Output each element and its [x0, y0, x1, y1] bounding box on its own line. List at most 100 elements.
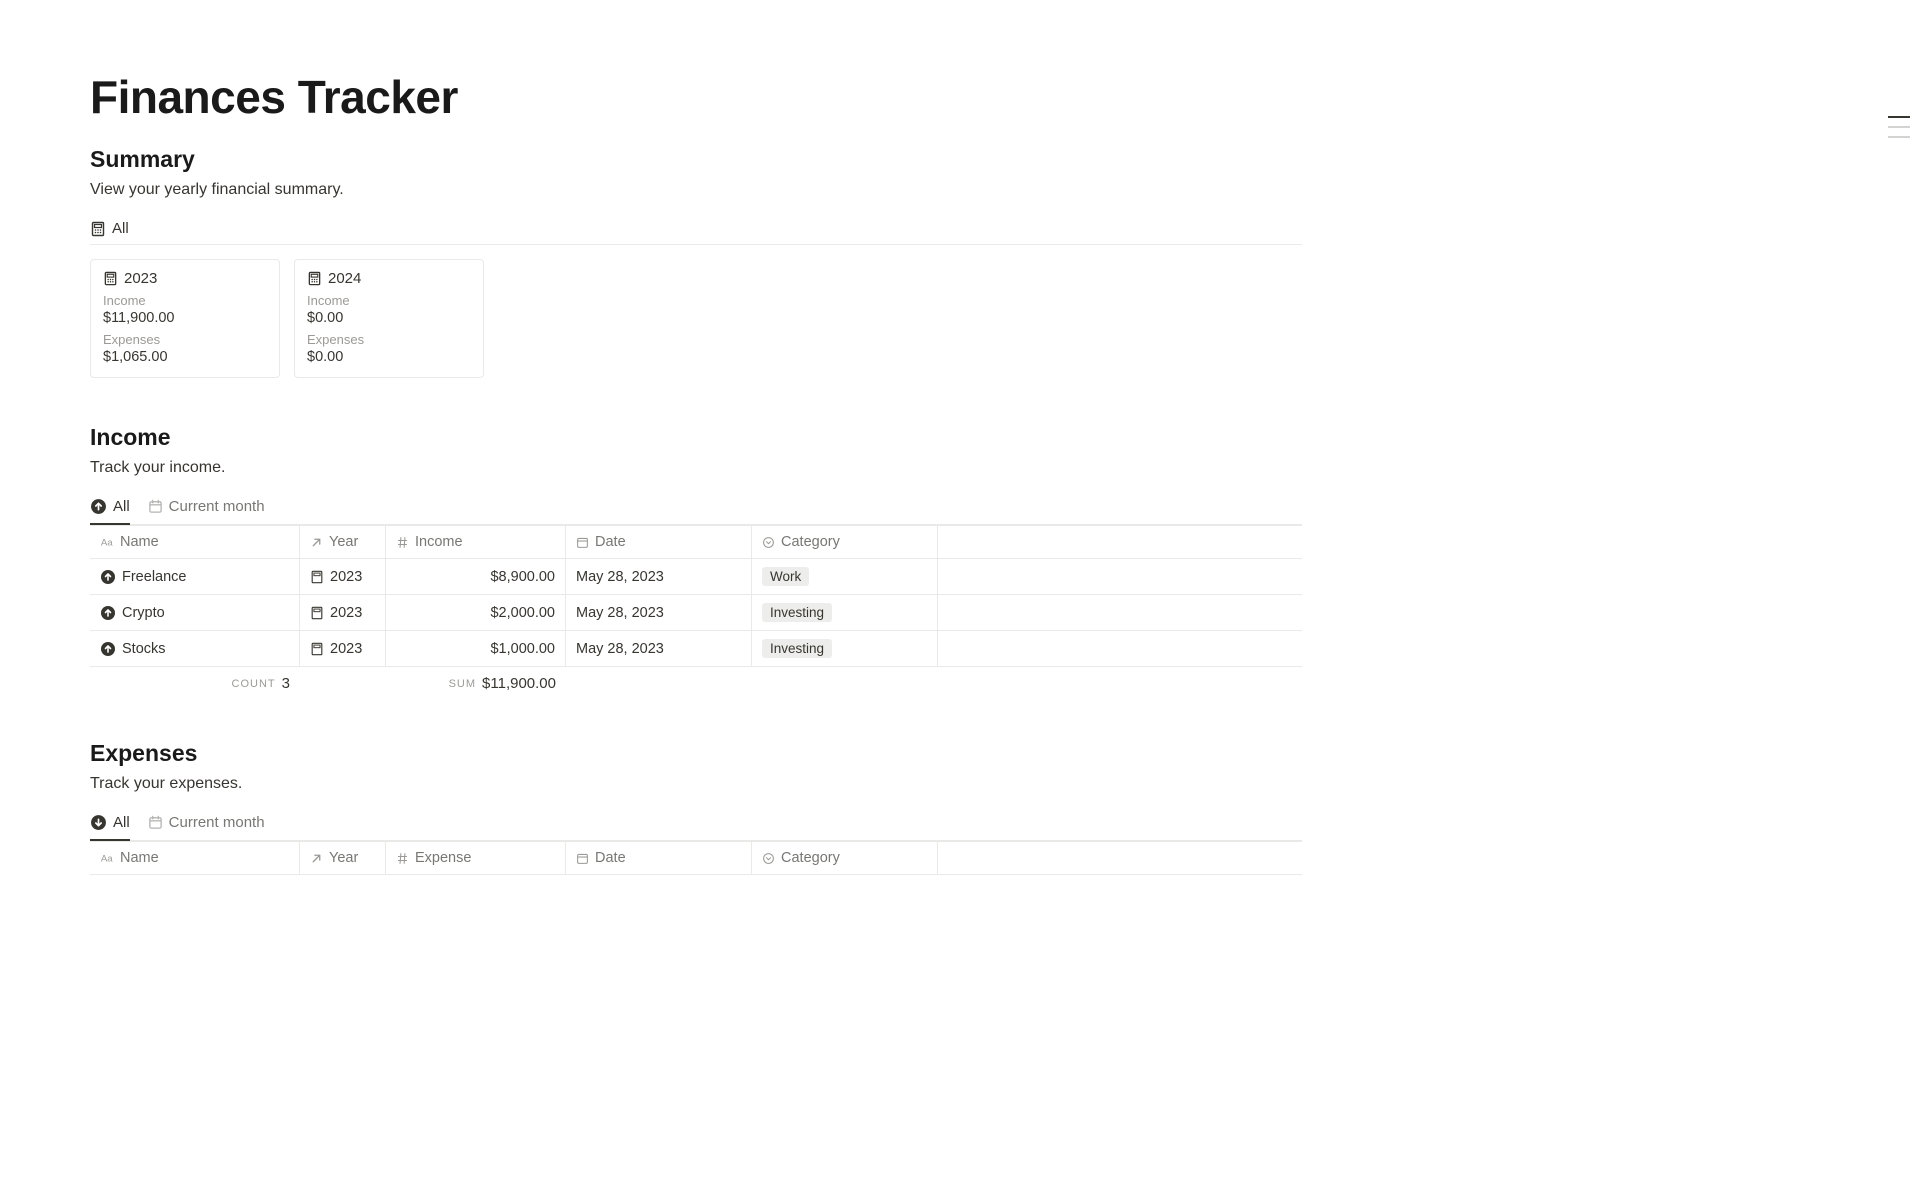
col-category-label: Category — [781, 850, 840, 866]
summary-tab-all-label: All — [112, 220, 129, 237]
col-year-header[interactable]: Year — [300, 842, 386, 874]
svg-text:Aa: Aa — [101, 854, 113, 865]
col-expense-label: Expense — [415, 850, 471, 866]
col-category-header[interactable]: Category — [752, 842, 938, 874]
col-category-label: Category — [781, 534, 840, 550]
arrow-up-right-icon — [310, 536, 323, 549]
cell-category[interactable]: Work — [752, 559, 938, 594]
income-section: Income Track your income. All Current mo… — [90, 424, 1302, 700]
card-income-value: $0.00 — [307, 310, 471, 326]
cell-amount[interactable]: $8,900.00 — [386, 559, 566, 594]
arrow-up-circle-icon — [100, 569, 116, 585]
cell-year-value: 2023 — [330, 641, 362, 657]
outline-bar — [1888, 136, 1910, 138]
col-income-header[interactable]: Income — [386, 526, 566, 558]
arrow-up-circle-icon — [100, 605, 116, 621]
cell-amount[interactable]: $1,000.00 — [386, 631, 566, 666]
summary-tab-all[interactable]: All — [90, 214, 129, 245]
hash-icon — [396, 852, 409, 865]
cell-amount-value: $8,900.00 — [490, 569, 555, 585]
cell-year[interactable]: 2023 — [300, 595, 386, 630]
cell-amount[interactable]: $2,000.00 — [386, 595, 566, 630]
text-icon: Aa — [100, 535, 114, 549]
arrow-down-circle-icon — [90, 814, 107, 831]
calculator-icon — [307, 271, 322, 286]
income-heading: Income — [90, 424, 1302, 451]
summary-cards: 2023 Income $11,900.00 Expenses $1,065.0… — [90, 259, 1302, 378]
cell-blank — [938, 631, 1302, 666]
card-expenses-label: Expenses — [307, 332, 471, 347]
summary-tabs: All — [90, 213, 1302, 245]
page-outline-indicator[interactable] — [1888, 116, 1910, 138]
col-date-header[interactable]: Date — [566, 526, 752, 558]
col-date-label: Date — [595, 850, 626, 866]
col-date-header[interactable]: Date — [566, 842, 752, 874]
income-tab-all[interactable]: All — [90, 492, 130, 525]
card-year: 2023 — [124, 270, 157, 287]
hash-icon — [396, 536, 409, 549]
income-table-header: Aa Name Year Income Date Category — [90, 526, 1302, 559]
income-tab-current-label: Current month — [169, 498, 265, 515]
col-expense-header[interactable]: Expense — [386, 842, 566, 874]
outline-bar — [1888, 116, 1910, 118]
category-tag: Investing — [762, 639, 832, 658]
cell-year-value: 2023 — [330, 569, 362, 585]
chevron-down-circle-icon — [762, 852, 775, 865]
calculator-icon — [103, 271, 118, 286]
table-row[interactable]: Stocks 2023 $1,000.00 May 28, 2023 Inves… — [90, 631, 1302, 667]
expenses-tab-current-month[interactable]: Current month — [148, 808, 265, 841]
calculator-icon — [90, 221, 106, 237]
cell-year[interactable]: 2023 — [300, 631, 386, 666]
cell-name[interactable]: Stocks — [90, 631, 300, 666]
cell-blank — [938, 559, 1302, 594]
cell-name[interactable]: Freelance — [90, 559, 300, 594]
page-title: Finances Tracker — [90, 70, 1302, 124]
table-row[interactable]: Freelance 2023 $8,900.00 May 28, 2023 Wo… — [90, 559, 1302, 595]
card-expenses-value: $0.00 — [307, 349, 471, 365]
calculator-icon — [310, 570, 324, 584]
card-income-label: Income — [103, 293, 267, 308]
cell-date[interactable]: May 28, 2023 — [566, 595, 752, 630]
expenses-tab-all-label: All — [113, 814, 130, 831]
card-expenses-value: $1,065.00 — [103, 349, 267, 365]
col-name-label: Name — [120, 850, 159, 866]
footer-count-value: 3 — [282, 675, 290, 692]
cell-category[interactable]: Investing — [752, 595, 938, 630]
footer-count: COUNT 3 — [90, 667, 300, 700]
col-category-header[interactable]: Category — [752, 526, 938, 558]
cell-name-value: Stocks — [122, 641, 166, 657]
cell-name-value: Crypto — [122, 605, 165, 621]
table-row[interactable]: Crypto 2023 $2,000.00 May 28, 2023 Inves… — [90, 595, 1302, 631]
expenses-tab-all[interactable]: All — [90, 808, 130, 841]
footer-sum-label: SUM — [449, 678, 476, 690]
cell-blank — [938, 595, 1302, 630]
col-year-label: Year — [329, 534, 358, 550]
col-year-header[interactable]: Year — [300, 526, 386, 558]
income-tab-current-month[interactable]: Current month — [148, 492, 265, 525]
card-year: 2024 — [328, 270, 361, 287]
expenses-tabs: All Current month — [90, 807, 1302, 841]
income-table: Aa Name Year Income Date Category — [90, 525, 1302, 700]
cell-category[interactable]: Investing — [752, 631, 938, 666]
calendar-icon — [576, 852, 589, 865]
text-icon: Aa — [100, 851, 114, 865]
expenses-section: Expenses Track your expenses. All Curren… — [90, 740, 1302, 875]
summary-card-2023[interactable]: 2023 Income $11,900.00 Expenses $1,065.0… — [90, 259, 280, 378]
cell-amount-value: $2,000.00 — [490, 605, 555, 621]
cell-name[interactable]: Crypto — [90, 595, 300, 630]
expenses-table-header: Aa Name Year Expense Date Category — [90, 842, 1302, 875]
cell-date[interactable]: May 28, 2023 — [566, 631, 752, 666]
col-name-header[interactable]: Aa Name — [90, 526, 300, 558]
footer-sum: SUM $11,900.00 — [386, 667, 566, 700]
calculator-icon — [310, 606, 324, 620]
col-name-header[interactable]: Aa Name — [90, 842, 300, 874]
cell-year[interactable]: 2023 — [300, 559, 386, 594]
expenses-tab-current-label: Current month — [169, 814, 265, 831]
summary-card-2024[interactable]: 2024 Income $0.00 Expenses $0.00 — [294, 259, 484, 378]
calculator-icon — [310, 642, 324, 656]
summary-description: View your yearly financial summary. — [90, 181, 1302, 199]
col-date-label: Date — [595, 534, 626, 550]
cell-date[interactable]: May 28, 2023 — [566, 559, 752, 594]
card-income-value: $11,900.00 — [103, 310, 267, 326]
expenses-description: Track your expenses. — [90, 775, 1302, 793]
